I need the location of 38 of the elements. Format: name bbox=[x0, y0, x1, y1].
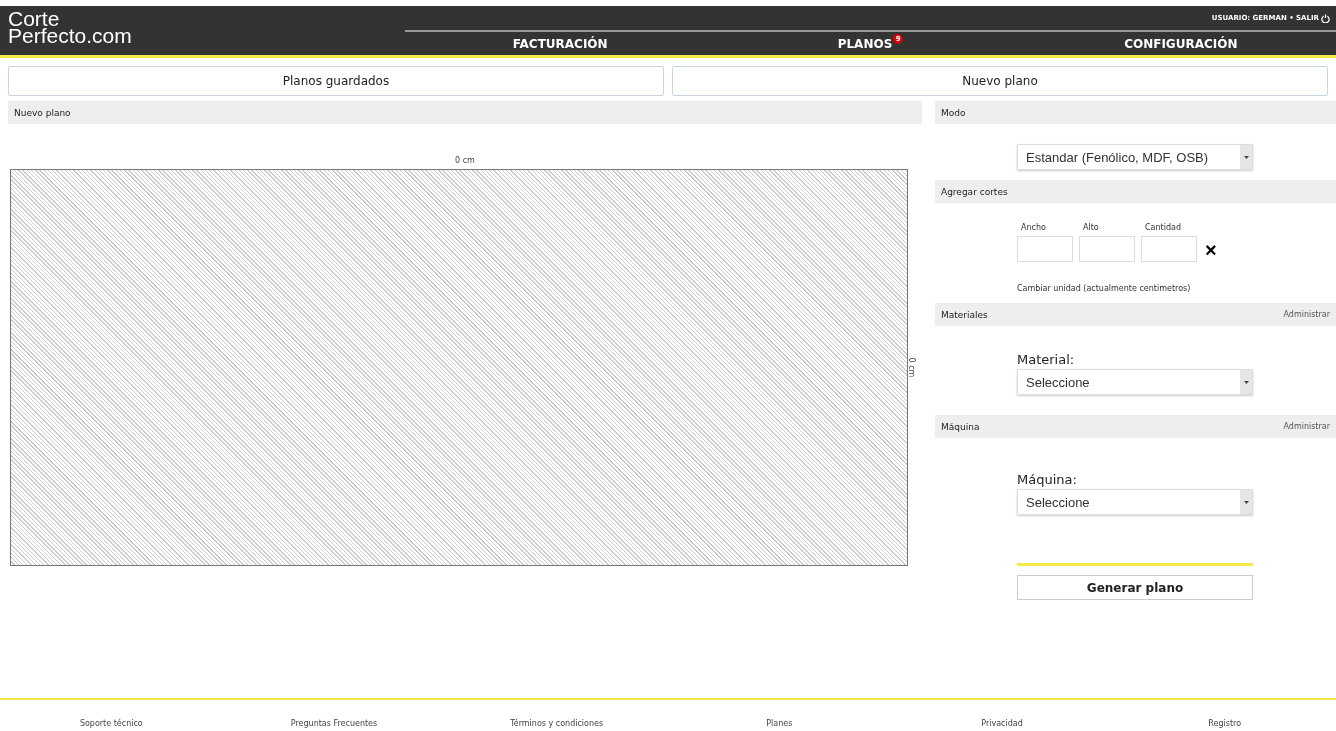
tab[interactable]: Nuevo plano bbox=[672, 66, 1328, 96]
caret-icon bbox=[1240, 145, 1252, 169]
panel-title: Máquina bbox=[941, 421, 980, 432]
footer-link[interactable]: Preguntas Frecuentes bbox=[290, 719, 378, 728]
footer-link[interactable]: Soporte técnico bbox=[79, 719, 143, 728]
field-label: Cantidad bbox=[1144, 223, 1182, 232]
unit-link[interactable]: Cambiar unidad (actualmente centimetros) bbox=[1017, 284, 1336, 293]
input-field[interactable] bbox=[1017, 236, 1073, 262]
input-field[interactable] bbox=[1079, 236, 1135, 262]
panel-title: Modo bbox=[941, 107, 966, 118]
width-measure: 0 cm bbox=[455, 156, 475, 165]
field-label: Alto bbox=[1082, 223, 1100, 232]
dropdown-select[interactable]: Seleccione bbox=[1017, 489, 1253, 515]
nav-item[interactable]: FACTURACIÓN bbox=[405, 32, 716, 55]
caret-icon bbox=[1240, 490, 1252, 514]
remove-button[interactable]: × bbox=[1203, 240, 1217, 262]
field-label: Ancho bbox=[1020, 223, 1047, 232]
generate-button[interactable]: Generar plano bbox=[1017, 575, 1253, 600]
footer-link[interactable]: Términos y condiciones bbox=[510, 719, 604, 728]
manage-link[interactable]: Administrar bbox=[1283, 422, 1330, 431]
footer-link[interactable]: Privacidad bbox=[981, 719, 1023, 728]
panel-title: Materiales bbox=[941, 309, 988, 320]
footer-link[interactable]: Registro bbox=[1208, 719, 1242, 728]
panel-title: Agregar cortes bbox=[941, 186, 1008, 197]
dropdown-select[interactable]: Seleccione bbox=[1017, 369, 1253, 395]
mode-select[interactable]: Estandar (Fenólico, MDF, OSB) bbox=[1017, 144, 1253, 170]
select-label: Material: bbox=[1017, 352, 1076, 367]
input-field[interactable] bbox=[1141, 236, 1197, 262]
caret-icon bbox=[1240, 370, 1252, 394]
height-measure: 0 cm bbox=[907, 357, 917, 378]
logo: Corte Perfecto.com bbox=[7, 6, 133, 49]
footer-link[interactable]: Planes bbox=[766, 719, 793, 728]
tab[interactable]: Planos guardados bbox=[8, 66, 664, 96]
panel-title: Nuevo plano bbox=[14, 107, 71, 118]
select-label: Máquina: bbox=[1017, 472, 1078, 487]
nav-item[interactable]: CONFIGURACIÓN bbox=[1025, 32, 1336, 55]
manage-link[interactable]: Administrar bbox=[1283, 310, 1330, 319]
power-icon[interactable] bbox=[1321, 13, 1330, 23]
